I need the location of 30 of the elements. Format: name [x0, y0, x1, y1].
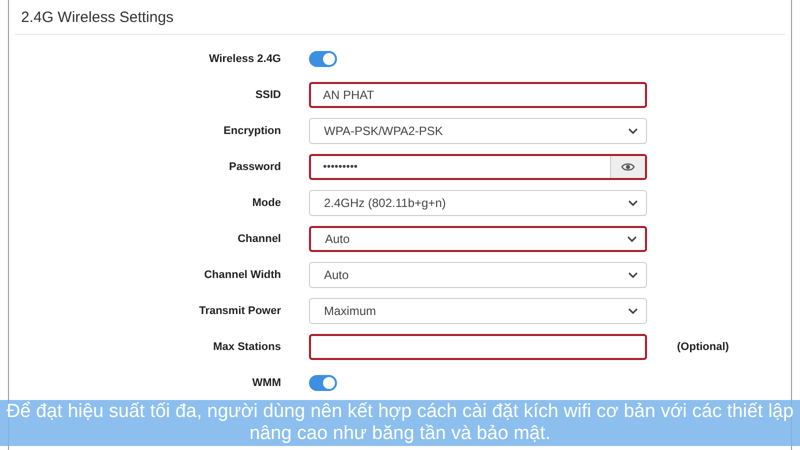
toggle-switch[interactable] — [309, 50, 337, 66]
panel-title: 2.4G Wireless Settings — [15, 0, 785, 35]
field-label: Max Stations — [212, 340, 281, 352]
password-field[interactable]: ••••••••• — [309, 154, 647, 180]
chevron-down-icon — [627, 236, 637, 242]
dropdown[interactable]: WPA-PSK/WPA2-PSK — [309, 118, 647, 144]
show-password-button[interactable] — [610, 156, 645, 178]
dropdown[interactable]: Maximum — [309, 298, 647, 324]
chevron-down-icon — [628, 272, 638, 278]
field-label: Mode — [251, 196, 281, 208]
chevron-down-icon — [628, 308, 638, 314]
dropdown[interactable]: Auto — [309, 262, 647, 288]
dropdown[interactable]: Auto — [309, 226, 647, 252]
toggle-switch[interactable] — [309, 374, 337, 390]
field-label: Encryption — [222, 124, 281, 136]
field-label: Channel Width — [203, 268, 281, 280]
input-field[interactable] — [309, 334, 647, 360]
field-label: Wireless 2.4G — [208, 52, 281, 64]
field-label: Password — [228, 160, 281, 172]
field-label: WMM — [251, 376, 281, 388]
field-label: SSID — [254, 88, 281, 100]
eye-icon — [621, 162, 635, 172]
chevron-down-icon — [628, 200, 638, 206]
optional-note: (Optional) — [677, 340, 729, 352]
dropdown[interactable]: 2.4GHz (802.11b+g+n) — [309, 190, 647, 216]
input-field[interactable]: AN PHAT — [309, 82, 647, 108]
caption-text: Để đạt hiệu suất tối đa, người dùng nên kết hợp cách cài đặt kích wifi cơ bản với các thiết lập nâng cao như băng tần và bảo mật. — [0, 400, 800, 446]
field-label: Transmit Power — [198, 304, 281, 316]
chevron-down-icon — [628, 128, 638, 134]
field-label: Channel — [236, 232, 281, 244]
